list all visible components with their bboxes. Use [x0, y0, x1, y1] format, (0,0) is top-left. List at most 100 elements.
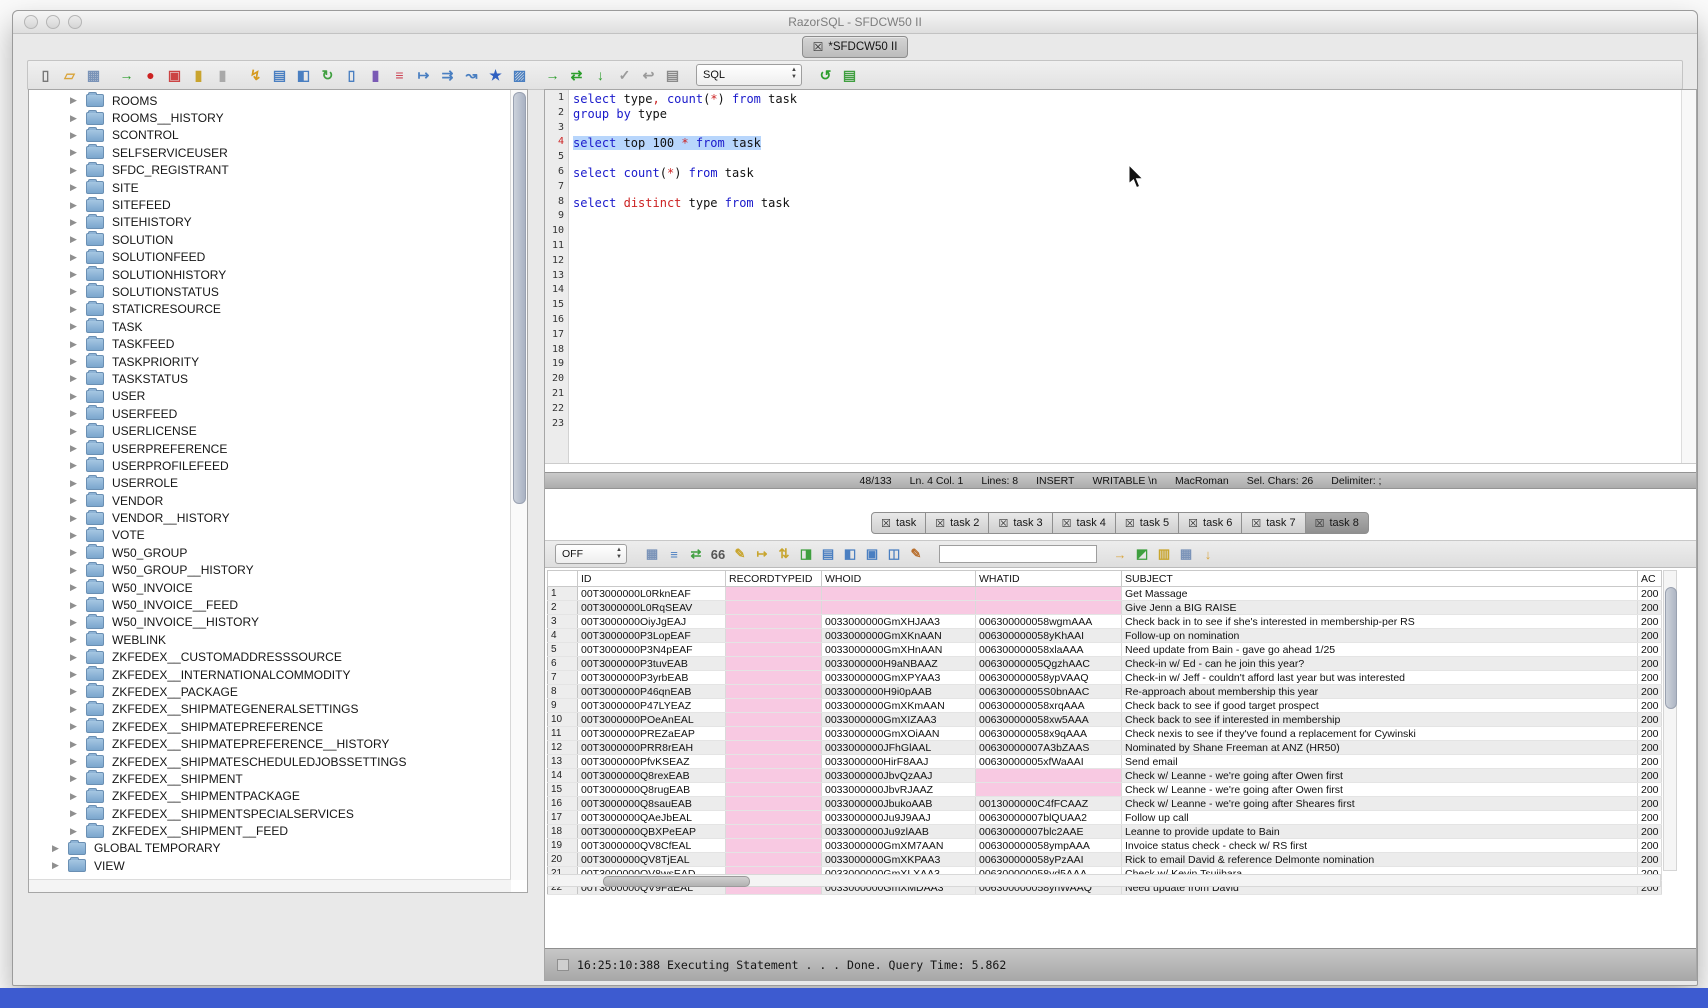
cell-activitydate[interactable]: 200	[1638, 783, 1662, 797]
cell-activitydate[interactable]: 200	[1638, 741, 1662, 755]
cell-recordtypeid[interactable]	[726, 629, 822, 643]
cell-recordtypeid[interactable]	[726, 797, 822, 811]
cell-recordtypeid[interactable]	[726, 755, 822, 769]
editor-line[interactable]	[573, 344, 1681, 359]
table-row[interactable]: 1400T3000000Q8rexEAB0033000000JbvQzAAJCh…	[548, 769, 1662, 783]
table-row[interactable]: 300T3000000OiyJgEAJ0033000000GmXHJAA3006…	[548, 615, 1662, 629]
editor-line[interactable]	[573, 403, 1681, 418]
export-results-icon[interactable]: ◨	[797, 545, 815, 563]
tree-item-solutionfeed[interactable]: ▶SOLUTIONFEED	[29, 249, 510, 266]
disclosure-triangle-icon[interactable]: ▶	[70, 826, 86, 837]
tree-item-taskpriority[interactable]: ▶TASKPRIORITY	[29, 353, 510, 370]
disclosure-triangle-icon[interactable]: ▶	[70, 95, 86, 106]
download-icon[interactable]: ↓	[1199, 545, 1217, 563]
row-number[interactable]: 5	[548, 643, 578, 657]
describe-table-icon[interactable]: ▯	[342, 66, 361, 85]
edit-table-icon[interactable]: ◧	[294, 66, 313, 85]
close-tab-icon[interactable]: ☒	[935, 517, 945, 530]
cell-recordtypeid[interactable]	[726, 741, 822, 755]
tree-item-solutionstatus[interactable]: ▶SOLUTIONSTATUS	[29, 283, 510, 300]
result-tab-task[interactable]: ☒task	[871, 512, 926, 534]
disclosure-triangle-icon[interactable]: ▶	[70, 547, 86, 558]
disclosure-triangle-icon[interactable]: ▶	[70, 652, 86, 663]
cell-whoid[interactable]: 0033000000H9aNBAAZ	[822, 657, 976, 671]
cell-whoid[interactable]: 0033000000GmXKnAAN	[822, 629, 976, 643]
tree-item-task[interactable]: ▶TASK	[29, 318, 510, 335]
row-number[interactable]: 4	[548, 629, 578, 643]
column-header-id[interactable]: ID	[578, 571, 726, 587]
execute-icon[interactable]: ↯	[246, 66, 265, 85]
disclosure-triangle-icon[interactable]: ▶	[70, 704, 86, 715]
cell-whoid[interactable]: 0033000000GmXHnAAN	[822, 643, 976, 657]
disclosure-triangle-icon[interactable]: ▶	[70, 495, 86, 506]
cell-subject[interactable]: Nominated by Shane Freeman at ANZ (HR50)	[1122, 741, 1638, 755]
disclosure-triangle-icon[interactable]: ▶	[70, 773, 86, 784]
new-document-icon[interactable]: ▯	[36, 66, 55, 85]
cell-whoid[interactable]: 0033000000GmXPYAA3	[822, 671, 976, 685]
column-header-ac[interactable]: AC	[1638, 571, 1662, 587]
tree-item-zkfedex-customaddresssource[interactable]: ▶ZKFEDEX__CUSTOMADDRESSSOURCE	[29, 649, 510, 666]
cell-recordtypeid[interactable]	[726, 811, 822, 825]
disclosure-triangle-icon[interactable]: ▶	[70, 356, 86, 367]
column-header-whatid[interactable]: WHATID	[976, 571, 1122, 587]
cell-activitydate[interactable]: 200	[1638, 615, 1662, 629]
result-tab-task-7[interactable]: ☒task 7	[1241, 512, 1305, 534]
disclosure-triangle-icon[interactable]: ▶	[52, 860, 68, 871]
copy-table-icon[interactable]: ▣	[165, 66, 184, 85]
tree-item-userprofilefeed[interactable]: ▶USERPROFILEFEED	[29, 457, 510, 474]
cell-recordtypeid[interactable]	[726, 713, 822, 727]
disclosure-triangle-icon[interactable]: ▶	[70, 426, 86, 437]
cell-id[interactable]: 00T3000000P47LYEAZ	[578, 699, 726, 713]
result-tab-task-4[interactable]: ☒task 4	[1052, 512, 1116, 534]
grid-vertical-scrollbar[interactable]	[1663, 570, 1677, 871]
tree-item-userlicense[interactable]: ▶USERLICENSE	[29, 422, 510, 439]
cell-activitydate[interactable]: 200	[1638, 643, 1662, 657]
row-number[interactable]: 14	[548, 769, 578, 783]
results-table[interactable]: IDRECORDTYPEIDWHOIDWHATIDSUBJECTAC100T30…	[547, 570, 1662, 895]
cell-recordtypeid[interactable]	[726, 657, 822, 671]
table-row[interactable]: 800T3000000P46qnEAB0033000000H9i0pAAB006…	[548, 685, 1662, 699]
close-tab-icon[interactable]: ☒	[1062, 517, 1072, 530]
cell-recordtypeid[interactable]	[726, 727, 822, 741]
cell-whatid[interactable]: 00630000007blc2AAE	[976, 825, 1122, 839]
disclosure-triangle-icon[interactable]: ▶	[70, 217, 86, 228]
close-tab-icon[interactable]: ☒	[1125, 517, 1135, 530]
cell-activitydate[interactable]: 200	[1638, 797, 1662, 811]
cell-subject[interactable]: Check nexis to see if they've found a re…	[1122, 727, 1638, 741]
cell-id[interactable]: 00T3000000POeAnEAL	[578, 713, 726, 727]
cell-subject[interactable]: Check back in to see if she's interested…	[1122, 615, 1638, 629]
filter-sort-icon[interactable]: ≡	[665, 545, 683, 563]
tree-item-solutionhistory[interactable]: ▶SOLUTIONHISTORY	[29, 266, 510, 283]
row-number[interactable]: 7	[548, 671, 578, 685]
cell-subject[interactable]: Need update from Bain - gave go ahead 1/…	[1122, 643, 1638, 657]
editor-line[interactable]	[573, 284, 1681, 299]
disclosure-triangle-icon[interactable]: ▶	[70, 513, 86, 524]
row-number[interactable]: 12	[548, 741, 578, 755]
table-row[interactable]: 1300T3000000PfvKSEAZ0033000000HirF8AAJ00…	[548, 755, 1662, 769]
cell-recordtypeid[interactable]	[726, 699, 822, 713]
cell-id[interactable]: 00T3000000Q8sauEAB	[578, 797, 726, 811]
column-list-icon[interactable]: ≡	[390, 66, 409, 85]
cell-subject[interactable]: Give Jenn a BIG RAISE	[1122, 601, 1638, 615]
disclosure-triangle-icon[interactable]: ▶	[70, 252, 86, 263]
editor-line[interactable]	[573, 373, 1681, 388]
tree-item-sitefeed[interactable]: ▶SITEFEED	[29, 196, 510, 213]
tree-item-zkfedex-package[interactable]: ▶ZKFEDEX__PACKAGE	[29, 683, 510, 700]
cell-whatid[interactable]: 00630000007blQUAA2	[976, 811, 1122, 825]
tree-item-taskfeed[interactable]: ▶TASKFEED	[29, 335, 510, 352]
tree-item-zkfedex-internationalcommodity[interactable]: ▶ZKFEDEX__INTERNATIONALCOMMODITY	[29, 666, 510, 683]
cell-activitydate[interactable]: 200	[1638, 685, 1662, 699]
disclosure-triangle-icon[interactable]: ▶	[70, 286, 86, 297]
tree-vertical-scrollbar[interactable]	[510, 90, 527, 880]
disclosure-triangle-icon[interactable]: ▶	[52, 843, 68, 854]
cell-recordtypeid[interactable]	[726, 601, 822, 615]
cell-subject[interactable]: Follow-up on nomination	[1122, 629, 1638, 643]
cell-id[interactable]: 00T3000000P3tuvEAB	[578, 657, 726, 671]
cell-id[interactable]: 00T3000000L0RqSEAV	[578, 601, 726, 615]
favorites-icon[interactable]: ★	[486, 66, 505, 85]
export-csv-icon[interactable]: ◩	[1133, 545, 1151, 563]
tree-item-zkfedex-shipment-feed[interactable]: ▶ZKFEDEX__SHIPMENT__FEED	[29, 822, 510, 839]
cell-subject[interactable]: Check w/ Leanne - we're going after Owen…	[1122, 783, 1638, 797]
tree-item-userfeed[interactable]: ▶USERFEED	[29, 405, 510, 422]
table-info-icon[interactable]: ▤	[819, 545, 837, 563]
